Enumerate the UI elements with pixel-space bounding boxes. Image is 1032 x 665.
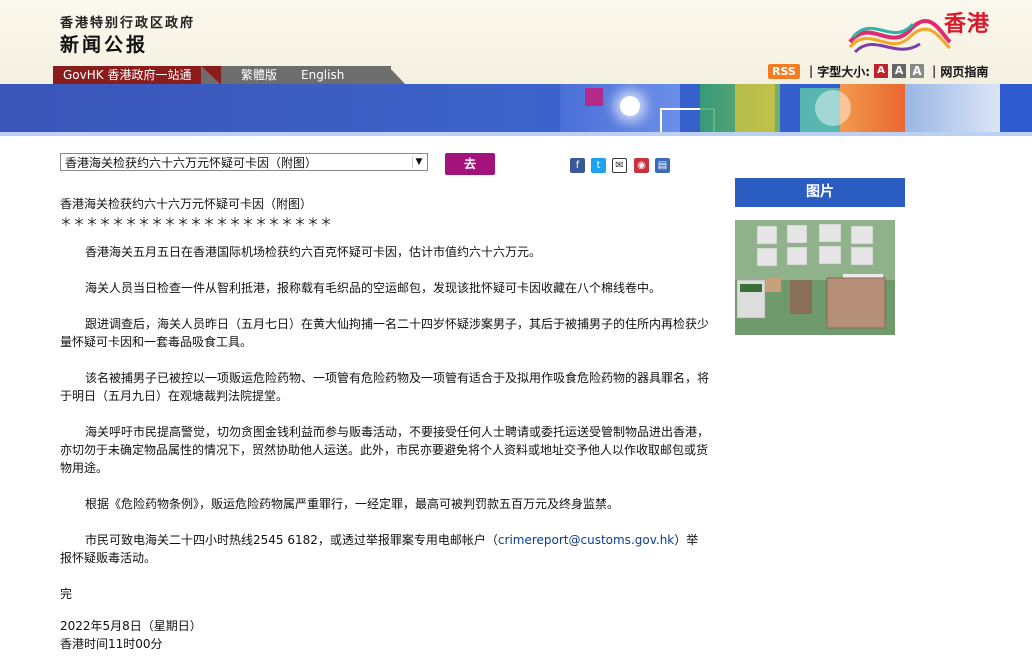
divider: | <box>932 64 937 78</box>
select-value: 香港海关检获约六十六万元怀疑可卡因（附图） <box>65 156 318 170</box>
article-title: 香港海关检获约六十六万元怀疑可卡因（附图） <box>60 197 313 211</box>
paragraph: 海关人员当日检查一件从智利抵港，报称载有毛织品的空运邮包，发现该批怀疑可卡因收藏… <box>85 281 662 295</box>
rss-icon[interactable]: RSS <box>768 63 800 79</box>
traditional-chinese-link[interactable]: 繁體版 <box>241 66 277 85</box>
end-mark: 完 <box>60 587 73 601</box>
font-small-button[interactable]: A <box>874 64 889 78</box>
top-nav: GovHK 香港政府一站通 繁體版 English <box>53 66 406 85</box>
gov-name: 香港特别行政区政府 <box>60 16 196 31</box>
font-large-button[interactable]: A <box>910 64 925 78</box>
release-time: 香港时间11时00分 <box>60 637 163 651</box>
article-divider: ＊＊＊＊＊＊＊＊＊＊＊＊＊＊＊＊＊＊＊＊＊ <box>60 215 334 229</box>
seized-drugs-photo[interactable] <box>735 220 895 335</box>
divider: | <box>808 64 814 78</box>
photos-heading: 图片 <box>735 178 905 207</box>
paragraph: 市民可致电海关二十四小时热线2545 6182，或透过举报罪案专用电邮帐户（cr… <box>60 531 710 567</box>
brand-hong-kong-logo[interactable]: 香港 <box>845 6 990 56</box>
go-button[interactable]: 去 <box>445 153 495 175</box>
release-date: 2022年5月8日（星期日） <box>60 619 202 633</box>
chevron-down-icon: ▼ <box>412 156 425 168</box>
paragraph: 海关呼吁市民提高警觉，切勿贪图金钱利益而参与贩毒活动，不要接受任何人士聘请或委托… <box>60 425 710 475</box>
paragraph: 根据《危险药物条例》，贩运危险药物属严重罪行，一经定罪，最高可被判罚款五百万元及… <box>85 497 620 511</box>
nav-end-icon <box>388 66 406 85</box>
banner <box>0 84 1032 136</box>
nav-divider-icon <box>201 66 221 85</box>
header: 香港特别行政区政府 新闻公报 香港 RSS | 字型大小: A A A | 网页… <box>0 0 1032 85</box>
toolbar: RSS | 字型大小: A A A | 网页指南 <box>768 62 988 80</box>
facebook-icon[interactable]: f <box>570 158 585 173</box>
crime-report-email-link[interactable]: crimereport@customs.gov.hk <box>498 533 674 547</box>
article: 香港海关检获约六十六万元怀疑可卡因（附图） ＊＊＊＊＊＊＊＊＊＊＊＊＊＊＊＊＊＊… <box>60 195 710 653</box>
font-size-label: 字型大小: <box>817 64 871 79</box>
site-title[interactable]: 新闻公报 <box>60 30 148 57</box>
paragraph: 香港海关五月五日在香港国际机场检获约六百克怀疑可卡因，估计市值约六十六万元。 <box>85 245 542 259</box>
site-guide-link[interactable]: 网页指南 <box>940 63 988 80</box>
hotline-text: 市民可致电海关二十四小时热线2545 6182，或透过举报罪案专用电邮帐户（ <box>85 533 498 547</box>
weibo-icon[interactable]: ◉ <box>634 158 649 173</box>
logo-text: 香港 <box>943 12 990 37</box>
press-release-select[interactable]: 香港海关检获约六十六万元怀疑可卡因（附图） ▼ <box>60 153 428 171</box>
print-icon[interactable]: ▤ <box>655 158 670 173</box>
govhk-link[interactable]: GovHK 香港政府一站通 <box>53 66 201 85</box>
paragraph: 跟进调查后，海关人员昨日（五月七日）在黄大仙拘捕一名二十四岁怀疑涉案男子，其后于… <box>60 317 710 349</box>
language-nav: 繁體版 English <box>221 66 391 85</box>
font-medium-button[interactable]: A <box>892 64 907 78</box>
paragraph: 该名被捕男子已被控以一项贩运危险药物、一项管有危险药物及一项管有适合于及拟用作吸… <box>60 371 710 403</box>
english-link[interactable]: English <box>301 66 344 85</box>
email-icon[interactable]: ✉ <box>612 158 627 173</box>
twitter-icon[interactable]: t <box>591 158 606 173</box>
